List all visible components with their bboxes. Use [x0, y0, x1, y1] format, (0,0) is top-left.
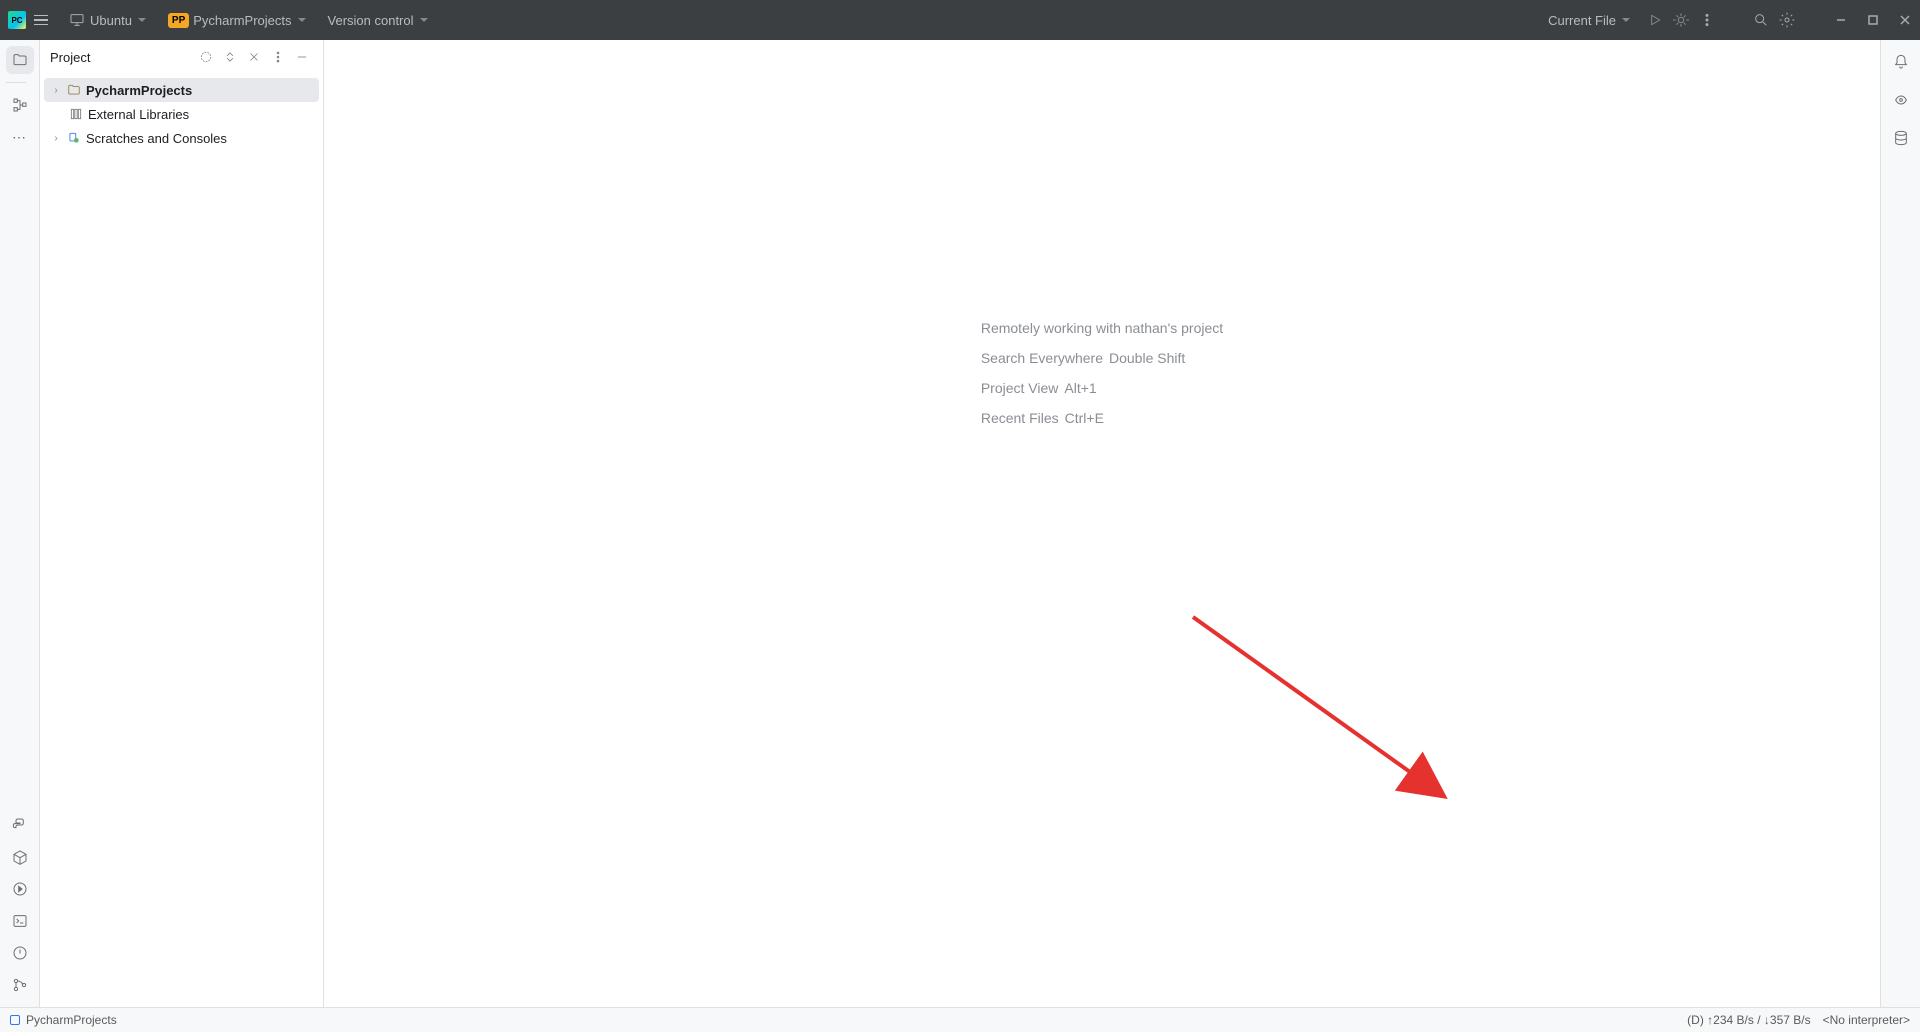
expand-all-icon[interactable]	[219, 46, 241, 68]
database-button[interactable]	[1887, 124, 1915, 152]
right-tool-stripe	[1880, 40, 1920, 1007]
status-network[interactable]: (D) ↑234 B/s / ↓357 B/s	[1687, 1013, 1810, 1027]
hint-shortcut: Double Shift	[1109, 350, 1185, 366]
hint-recent-files: Recent Files Ctrl+E	[981, 410, 1223, 426]
panel-title: Project	[50, 50, 195, 65]
vcs-tool-button[interactable]	[6, 971, 34, 999]
version-control-menu[interactable]: Version control	[320, 9, 436, 32]
stripe-divider	[6, 82, 26, 83]
services-button[interactable]	[6, 875, 34, 903]
search-icon[interactable]	[1752, 11, 1770, 29]
chevron-down-icon	[420, 18, 428, 22]
python-console-button[interactable]	[6, 811, 34, 839]
project-panel: Project › PycharmProjects External Libra…	[40, 40, 324, 1007]
structure-tool-button[interactable]	[6, 91, 34, 119]
app-icon[interactable]: PC	[8, 11, 26, 29]
more-actions-icon[interactable]	[1698, 11, 1716, 29]
hint-shortcut: Ctrl+E	[1065, 410, 1104, 426]
menubar-right: Current File	[1540, 9, 1912, 32]
close-window-icon[interactable]	[1898, 13, 1912, 27]
tree-scratches[interactable]: › Scratches and Consoles	[44, 126, 319, 150]
left-tool-stripe: ⋯	[0, 40, 40, 1007]
run-button[interactable]	[1646, 11, 1664, 29]
main-area: ⋯ Project	[0, 40, 1920, 1007]
top-menubar: PC Ubuntu PP PycharmProjects Version con…	[0, 0, 1920, 40]
restore-window-icon[interactable]	[1866, 13, 1880, 27]
hint-label: Recent Files	[981, 410, 1059, 426]
panel-options-icon[interactable]	[267, 46, 289, 68]
ai-assistant-button[interactable]	[1887, 86, 1915, 114]
more-tool-button[interactable]: ⋯	[6, 123, 34, 151]
status-right: (D) ↑234 B/s / ↓357 B/s <No interpreter>	[1687, 1013, 1910, 1027]
collapse-all-icon[interactable]	[243, 46, 265, 68]
scratch-icon	[66, 130, 82, 146]
project-panel-header: Project	[40, 40, 323, 74]
project-selector[interactable]: PP PycharmProjects	[160, 9, 314, 32]
status-left: PycharmProjects	[10, 1013, 1687, 1027]
more-dots-icon: ⋯	[12, 129, 27, 146]
chevron-down-icon	[138, 18, 146, 22]
minimize-window-icon[interactable]	[1834, 13, 1848, 27]
monitor-icon	[68, 11, 86, 29]
chevron-down-icon	[1622, 18, 1630, 22]
tree-scratches-label: Scratches and Consoles	[86, 131, 227, 146]
status-bar: PycharmProjects (D) ↑234 B/s / ↓357 B/s …	[0, 1007, 1920, 1032]
hint-label: Search Everywhere	[981, 350, 1103, 366]
status-interpreter[interactable]: <No interpreter>	[1823, 1013, 1910, 1027]
editor-empty-hints: Remotely working with nathan's project S…	[981, 320, 1223, 426]
library-icon	[68, 106, 84, 122]
tree-expand-arrow-icon[interactable]: ›	[50, 133, 62, 144]
python-packages-button[interactable]	[6, 843, 34, 871]
project-badge: PP	[168, 13, 189, 28]
problems-button[interactable]	[6, 939, 34, 967]
hint-remote: Remotely working with nathan's project	[981, 320, 1223, 336]
status-net-up: ↑234 B/s	[1707, 1013, 1754, 1027]
notifications-button[interactable]	[1887, 48, 1915, 76]
tree-root-label: PycharmProjects	[86, 83, 192, 98]
tree-expand-arrow-icon[interactable]: ›	[50, 85, 62, 96]
hint-shortcut: Alt+1	[1064, 380, 1096, 396]
remote-host-selector[interactable]: Ubuntu	[60, 7, 154, 33]
debug-button[interactable]	[1672, 11, 1690, 29]
status-project-name[interactable]: PycharmProjects	[26, 1013, 117, 1027]
tree-external-libraries[interactable]: External Libraries	[44, 102, 319, 126]
select-opened-file-icon[interactable]	[195, 46, 217, 68]
remote-host-label: Ubuntu	[90, 13, 132, 28]
menubar-left: PC Ubuntu PP PycharmProjects Version con…	[8, 7, 1536, 33]
terminal-button[interactable]	[6, 907, 34, 935]
project-tool-button[interactable]	[6, 46, 34, 74]
tree-root-project[interactable]: › PycharmProjects	[44, 78, 319, 102]
hide-panel-icon[interactable]	[291, 46, 313, 68]
project-name-label: PycharmProjects	[193, 13, 291, 28]
vcs-label: Version control	[328, 13, 414, 28]
run-config-selector[interactable]: Current File	[1540, 9, 1638, 32]
hint-search-everywhere: Search Everywhere Double Shift	[981, 350, 1223, 366]
status-net-prefix: (D)	[1687, 1013, 1704, 1027]
hamburger-menu-icon[interactable]	[32, 9, 54, 31]
status-net-down: ↓357 B/s	[1764, 1013, 1811, 1027]
run-config-label: Current File	[1548, 13, 1616, 28]
chevron-down-icon	[298, 18, 306, 22]
status-indicator-icon[interactable]	[10, 1015, 20, 1025]
hint-remote-label: Remotely working with nathan's project	[981, 320, 1223, 336]
hint-label: Project View	[981, 380, 1059, 396]
settings-gear-icon[interactable]	[1778, 11, 1796, 29]
tree-libs-label: External Libraries	[88, 107, 189, 122]
folder-icon	[66, 82, 82, 98]
hint-project-view: Project View Alt+1	[981, 380, 1223, 396]
project-tree: › PycharmProjects External Libraries › S…	[40, 74, 323, 154]
status-net-sep: /	[1757, 1013, 1760, 1027]
editor-area: Remotely working with nathan's project S…	[324, 40, 1880, 1007]
